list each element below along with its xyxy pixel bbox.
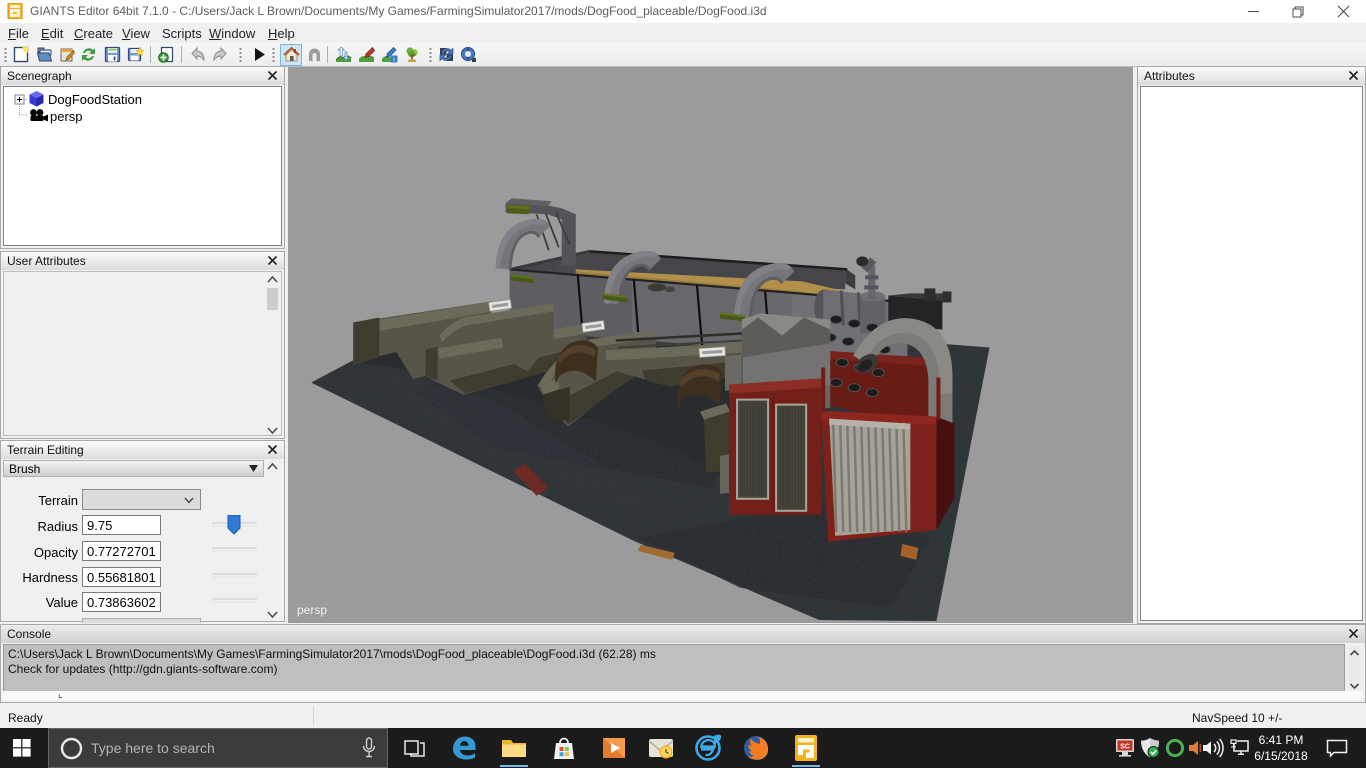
svg-text:SC: SC (1120, 744, 1130, 751)
svg-text:i: i (393, 57, 394, 63)
